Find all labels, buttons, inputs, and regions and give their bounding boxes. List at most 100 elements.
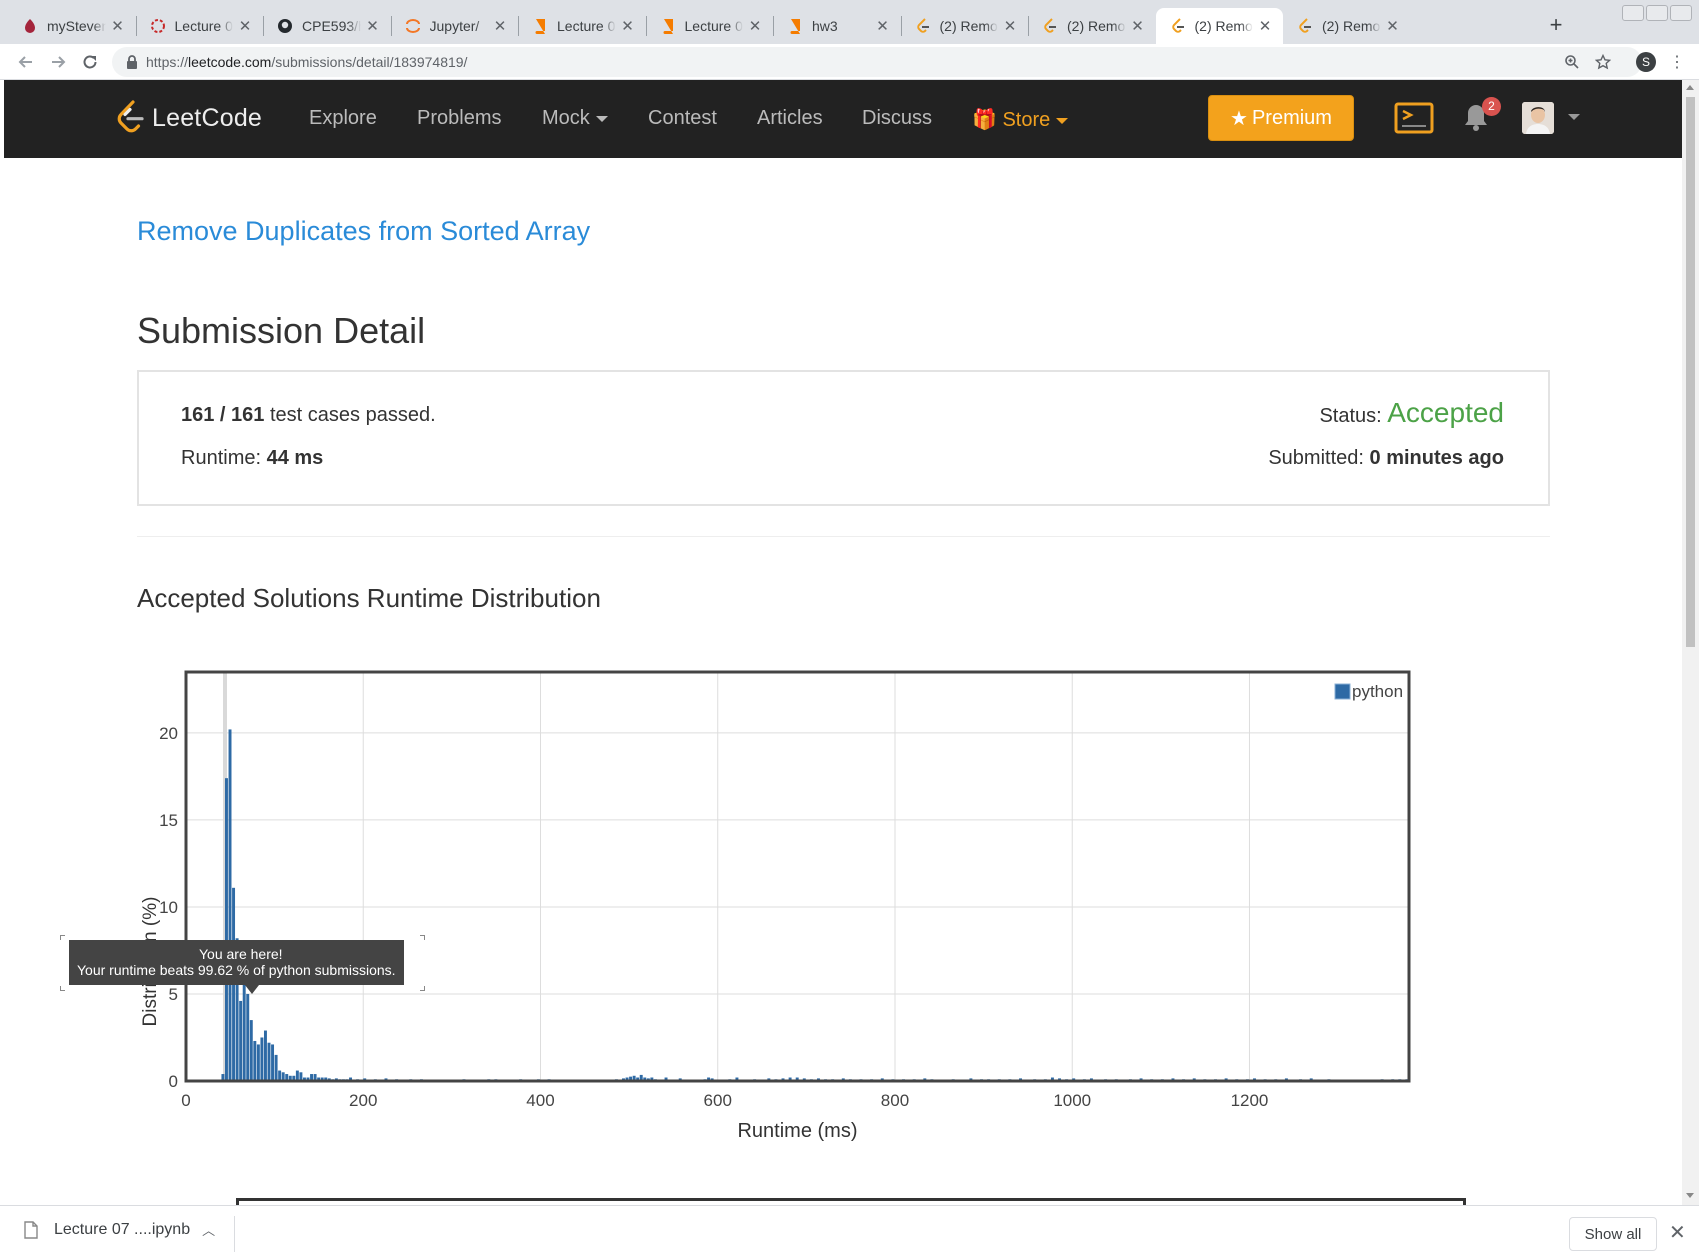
tooltip-corner	[60, 986, 65, 991]
histogram-bar	[249, 1020, 253, 1081]
close-tab-icon[interactable]: ✕	[237, 17, 253, 35]
page-content: LeetCode Explore Problems Mock Contest A…	[4, 80, 1682, 1205]
x-tick-label: 800	[881, 1091, 909, 1110]
tooltip-corner	[60, 935, 65, 940]
tooltip-corner	[420, 986, 425, 991]
histogram-bar	[278, 1070, 282, 1081]
address-bar[interactable]: https://leetcode.com/submissions/detail/…	[112, 47, 1642, 77]
tab-strip: myStevens✕Lecture 07✕CPE593/hw✕ Jupyter/ ✕…	[0, 0, 1699, 44]
scroll-up-icon[interactable]	[1686, 85, 1694, 90]
book-icon	[660, 18, 676, 34]
histogram-bar	[267, 1042, 271, 1081]
browser-tab[interactable]: myStevens✕	[8, 8, 136, 44]
forward-arrow-icon	[52, 56, 66, 68]
close-icon[interactable]: ✕	[1669, 1220, 1686, 1245]
close-tab-icon[interactable]: ✕	[492, 17, 508, 35]
chart-legend[interactable]: python	[1334, 682, 1403, 701]
tab-separator	[645, 16, 647, 36]
browser-tab[interactable]: (2) Remove✕	[901, 8, 1029, 44]
close-tab-icon[interactable]: ✕	[1257, 17, 1273, 35]
close-tab-icon[interactable]: ✕	[875, 17, 891, 35]
show-all-button[interactable]: Show all	[1569, 1217, 1657, 1251]
back-button[interactable]	[14, 50, 38, 74]
url-path: /submissions/detail/183974819/	[271, 54, 468, 70]
close-tab-icon[interactable]: ✕	[1002, 17, 1018, 35]
histogram-bar	[260, 1037, 264, 1081]
leetcode-icon	[1170, 18, 1186, 34]
tab-title: (2) Remove	[1194, 18, 1254, 34]
tab-separator	[1028, 16, 1029, 36]
tab-title: Jupyter/	[429, 18, 480, 34]
scroll-down-icon[interactable]	[1686, 1193, 1694, 1198]
url-host: leetcode.com	[188, 54, 272, 70]
browser-tab[interactable]: (2) Remove✕	[1155, 8, 1283, 44]
close-tab-icon[interactable]: ✕	[365, 17, 381, 35]
page-scrollbar[interactable]	[1682, 80, 1699, 1205]
browser-menu-icon[interactable]: ⋮	[1668, 53, 1686, 71]
book-icon	[787, 18, 803, 34]
lock-icon	[127, 55, 137, 69]
browser-tab[interactable]: (2) Remove✕	[1283, 8, 1411, 44]
tooltip-corner	[420, 935, 425, 940]
bookmark-star-icon[interactable]	[1594, 53, 1612, 71]
chevron-up-icon[interactable]: ︿	[202, 1220, 215, 1239]
tab-separator	[135, 16, 137, 36]
tab-title: Lecture 02	[557, 18, 616, 34]
close-tab-icon[interactable]: ✕	[1385, 17, 1401, 35]
histogram-bar	[253, 1040, 257, 1081]
histogram-bar	[295, 1070, 299, 1081]
browser-tab[interactable]: Lecture 02✕	[518, 8, 646, 44]
maximize-window-button[interactable]	[1646, 5, 1668, 21]
stevens-icon	[22, 18, 38, 34]
leetcode-icon	[1042, 18, 1058, 34]
x-tick-label: 1200	[1231, 1091, 1269, 1110]
y-tick-label: 0	[169, 1072, 178, 1091]
zoom-icon[interactable]	[1563, 53, 1581, 71]
lecture-icon	[150, 18, 166, 34]
back-arrow-icon	[18, 56, 32, 68]
browser-tab[interactable]: hw3 ✕	[773, 8, 901, 44]
histogram-bar	[271, 1044, 275, 1081]
close-tab-icon[interactable]: ✕	[620, 17, 636, 35]
reload-button[interactable]	[78, 50, 102, 74]
scrollbar-thumb[interactable]	[1686, 97, 1695, 647]
y-tick-label: 10	[159, 898, 178, 917]
browser-tab[interactable]: Lecture 07✕	[136, 8, 264, 44]
browser-tab[interactable]: Jupyter/ ✕	[391, 8, 519, 44]
chart-bars	[221, 729, 1409, 1081]
tab-title: Lecture 06	[684, 18, 744, 34]
runtime-distribution-chart: 0 200 400 600 800 1000 1200 0 5 10 15 20 Runtime (…	[140, 670, 1411, 1142]
x-axis-ticks: 0 200 400 600 800 1000 1200	[181, 1091, 1268, 1110]
close-tab-icon[interactable]: ✕	[747, 17, 763, 35]
close-tab-icon[interactable]: ✕	[1130, 17, 1146, 35]
tab-title: (2) Remove	[1322, 18, 1381, 34]
histogram-bar	[224, 778, 228, 1081]
tab-separator	[390, 16, 392, 36]
x-tick-label: 200	[349, 1091, 377, 1110]
y-tick-label: 20	[159, 724, 178, 743]
close-window-button[interactable]	[1670, 5, 1692, 21]
download-bar: Lecture 07 ....ipynb ︿ Show all ✕	[0, 1205, 1699, 1259]
new-tab-button[interactable]: +	[1546, 13, 1566, 37]
github-icon	[277, 18, 293, 34]
tab-title: hw3	[812, 18, 838, 34]
profile-avatar[interactable]: S	[1636, 52, 1656, 72]
histogram-bar	[256, 1044, 260, 1081]
tab-title: (2) Remove	[939, 18, 999, 34]
browser-tab[interactable]: (2) Remove✕	[1028, 8, 1156, 44]
x-tick-label: 1000	[1053, 1091, 1091, 1110]
legend-label: python	[1352, 682, 1403, 701]
download-item[interactable]: Lecture 07 ....ipynb ︿	[24, 1220, 215, 1239]
browser-tab[interactable]: Lecture 06✕	[646, 8, 774, 44]
histogram-bar	[239, 1000, 243, 1081]
browser-toolbar: https://leetcode.com/submissions/detail/…	[0, 44, 1699, 80]
y-tick-label: 5	[169, 985, 178, 1004]
minimize-window-button[interactable]	[1622, 5, 1644, 21]
tooltip-text: Your runtime beats 99.62 % of python sub…	[77, 962, 396, 978]
url-text: https://leetcode.com/submissions/detail/…	[146, 54, 467, 70]
jupyter-icon	[405, 18, 421, 34]
runtime-tooltip: You are here! Your runtime beats 99.62 %…	[69, 940, 404, 985]
forward-button[interactable]	[46, 50, 70, 74]
browser-tab[interactable]: CPE593/hw✕	[263, 8, 391, 44]
close-tab-icon[interactable]: ✕	[110, 17, 126, 35]
